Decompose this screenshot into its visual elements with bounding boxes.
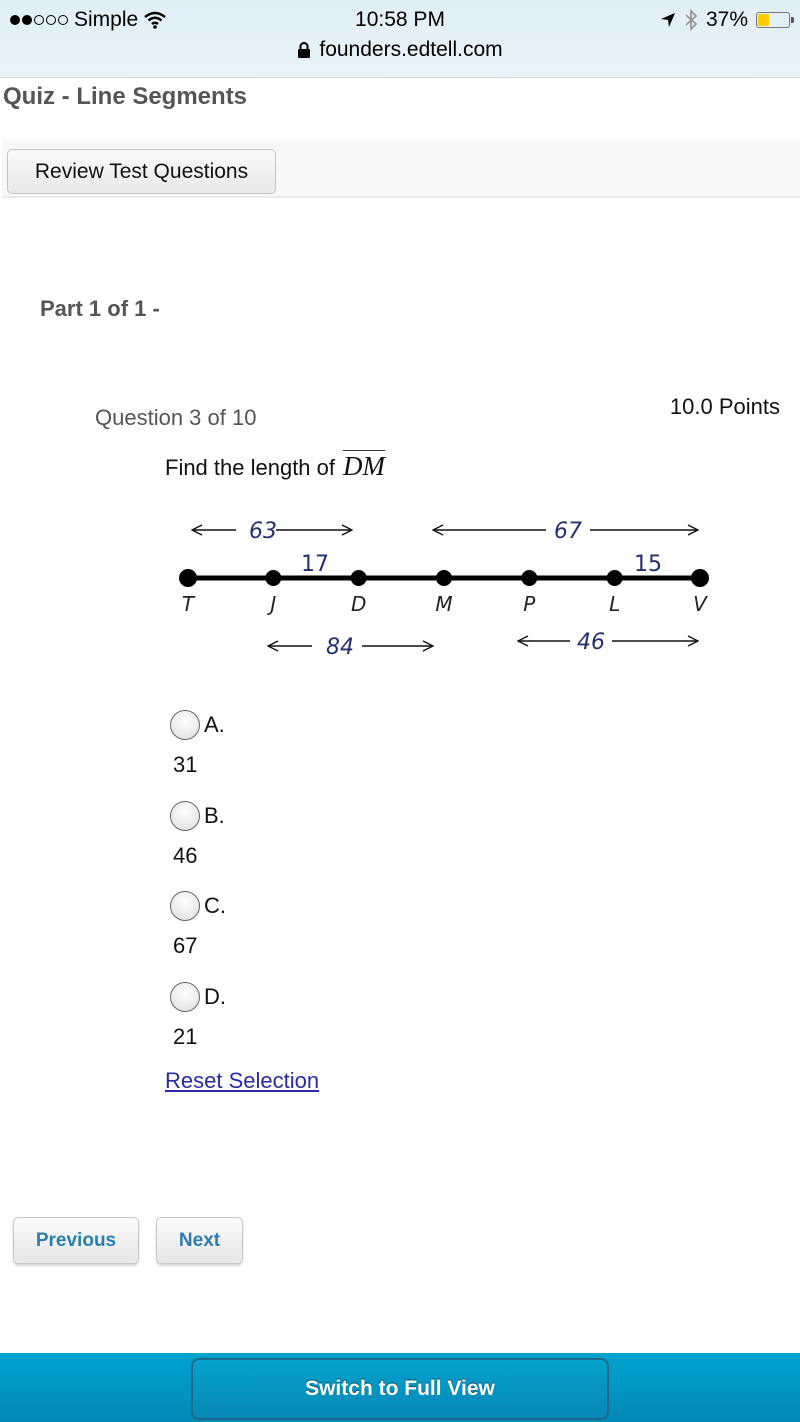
bluetooth-icon <box>685 9 698 31</box>
battery-level <box>758 14 770 26</box>
dimension-JM: 84 <box>268 635 433 660</box>
footer-bar: Switch to Full View <box>0 1353 800 1422</box>
lock-icon <box>298 42 311 58</box>
address-bar[interactable]: founders.edtell.com <box>0 38 800 62</box>
choice-b[interactable]: B. 46 <box>170 801 370 869</box>
point-L <box>606 570 623 586</box>
point-T <box>179 569 197 587</box>
choice-value: 67 <box>173 933 198 958</box>
line-segment-diagram: 63 67 T J D M P L V 17 15 84 46 <box>179 519 709 660</box>
location-arrow-icon <box>660 13 675 27</box>
label-JM: 84 <box>326 635 354 660</box>
point-D <box>350 570 367 586</box>
review-test-questions-button[interactable]: Review Test Questions <box>7 149 276 194</box>
status-bar: Simple 10:58 PM 37% <box>0 6 800 36</box>
dimension-PV: 46 <box>518 630 698 655</box>
point-label-D: D <box>351 592 366 616</box>
dimension-MV: 67 <box>433 519 698 544</box>
radio-button[interactable] <box>170 891 200 921</box>
status-right: 37% <box>660 8 794 32</box>
choice-value: 21 <box>173 1024 198 1049</box>
segment-notation: DM <box>343 450 386 481</box>
point-label-V: V <box>693 592 708 616</box>
point-J <box>265 570 282 586</box>
question-number: Question 3 of 10 <box>95 405 257 430</box>
point-label-T: T <box>182 592 196 616</box>
point-V <box>691 569 709 587</box>
choice-value: 31 <box>173 752 198 777</box>
choice-letter: C. <box>204 893 226 918</box>
browser-top-bar: Simple 10:58 PM 37% founders.edtell.com <box>0 0 800 78</box>
page-title: Quiz - Line Segments <box>3 83 248 110</box>
label-MV: 67 <box>554 519 582 544</box>
part-label: Part 1 of 1 - <box>40 296 160 321</box>
prompt-text: Find the length of <box>165 455 336 480</box>
point-label-J: J <box>266 592 276 616</box>
point-label-L: L <box>609 592 620 616</box>
question-prompt: Find the length of DM <box>165 450 386 481</box>
battery-icon <box>756 12 794 28</box>
next-button[interactable]: Next <box>156 1217 243 1264</box>
battery-percent: 37% <box>705 8 748 31</box>
choice-letter: D. <box>204 984 226 1009</box>
point-M <box>436 570 452 586</box>
label-PV: 46 <box>577 630 605 655</box>
review-toolbar: Review Test Questions <box>2 140 800 198</box>
choice-a[interactable]: A. 31 <box>170 710 370 778</box>
previous-button[interactable]: Previous <box>13 1217 139 1264</box>
reset-selection-link[interactable]: Reset Selection <box>165 1068 319 1094</box>
choice-c[interactable]: C. 67 <box>170 891 370 959</box>
choice-letter: A. <box>204 712 225 737</box>
choice-letter: B. <box>204 803 225 828</box>
choice-d[interactable]: D. 21 <box>170 982 370 1050</box>
point-label-M: M <box>435 592 452 616</box>
question-points: 10.0 Points <box>669 394 780 419</box>
choice-value: 46 <box>173 843 198 868</box>
label-TD: 63 <box>249 519 277 544</box>
dimension-TD: 63 <box>192 519 352 544</box>
url-text: founders.edtell.com <box>319 38 503 61</box>
label-JD: 17 <box>301 552 329 577</box>
point-label-P: P <box>523 592 536 616</box>
radio-button[interactable] <box>170 801 200 831</box>
point-P <box>521 570 538 586</box>
radio-button[interactable] <box>170 710 200 740</box>
label-LV: 15 <box>634 552 662 577</box>
switch-to-full-view-button[interactable]: Switch to Full View <box>191 1358 609 1420</box>
radio-button[interactable] <box>170 982 200 1012</box>
